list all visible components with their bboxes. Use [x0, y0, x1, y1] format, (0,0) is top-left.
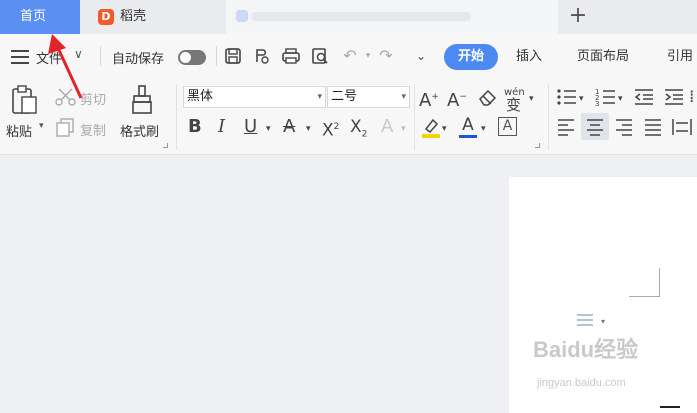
- new-tab-button[interactable]: +: [566, 3, 590, 29]
- divider: [176, 84, 177, 150]
- increase-font-size-icon[interactable]: A+: [419, 87, 439, 111]
- font-family-select[interactable]: 黑体 ▾: [183, 86, 326, 108]
- paragraph-options-icon[interactable]: [577, 314, 593, 330]
- more-paragraph-icon[interactable]: ⁞: [689, 87, 694, 107]
- chevron-down-icon[interactable]: ▾: [529, 89, 534, 109]
- character-border-icon[interactable]: A: [498, 117, 517, 136]
- tab-start[interactable]: 开始: [444, 44, 498, 70]
- page-margin-corner: [629, 268, 660, 297]
- bold-icon[interactable]: B: [188, 117, 202, 137]
- font-size-select[interactable]: 二号 ▾: [327, 86, 410, 108]
- docer-icon: D: [98, 9, 114, 25]
- underline-icon[interactable]: U: [244, 117, 257, 137]
- tab-insert[interactable]: 插入: [516, 44, 542, 70]
- decrease-indent-icon[interactable]: [633, 87, 655, 107]
- print-preview-icon[interactable]: [310, 46, 330, 66]
- chevron-down-icon[interactable]: ▾: [601, 317, 605, 326]
- print-icon[interactable]: [281, 46, 301, 66]
- font-color-icon[interactable]: A: [459, 116, 477, 138]
- align-left-icon[interactable]: [556, 117, 576, 137]
- subscript-icon[interactable]: X2: [350, 117, 367, 144]
- chevron-down-icon[interactable]: ▾: [618, 89, 623, 109]
- chevron-down-icon[interactable]: ▾: [579, 89, 584, 109]
- chevron-down-icon[interactable]: ▾: [401, 119, 406, 139]
- strikethrough-icon[interactable]: A: [283, 117, 295, 137]
- distributed-align-icon[interactable]: [671, 117, 693, 137]
- redo-icon[interactable]: ↷: [376, 46, 396, 66]
- autosave-label: 自动保存: [112, 52, 165, 67]
- export-pdf-icon[interactable]: [252, 46, 272, 66]
- text-effect-icon[interactable]: A: [381, 117, 393, 137]
- font-settings-launcher[interactable]: [535, 143, 540, 148]
- tab-home[interactable]: 首页: [0, 0, 80, 34]
- align-center-icon: [587, 119, 603, 136]
- chevron-down-icon[interactable]: ▾: [266, 119, 271, 139]
- bullet-list-icon[interactable]: [556, 87, 578, 107]
- chevron-down-icon[interactable]: ▾: [481, 119, 486, 139]
- undo-icon[interactable]: ↶: [340, 46, 360, 66]
- paste-icon[interactable]: [10, 84, 40, 116]
- chevron-down-icon[interactable]: ▾: [358, 46, 378, 66]
- increase-indent-icon[interactable]: [663, 87, 685, 107]
- tab-references[interactable]: 引用: [667, 44, 693, 70]
- paste-button[interactable]: 粘贴: [6, 121, 32, 140]
- cut-button[interactable]: 剪切: [80, 89, 106, 108]
- format-painter-icon[interactable]: [130, 84, 154, 116]
- watermark-url: jingyan.baidu.com: [537, 377, 626, 389]
- align-right-icon[interactable]: [614, 117, 634, 137]
- autosave-toggle[interactable]: [178, 50, 206, 65]
- chevron-down-icon[interactable]: ▾: [442, 119, 447, 139]
- font-family-value: 黑体: [187, 89, 214, 104]
- numbered-list-icon[interactable]: 1 2 3: [595, 87, 617, 107]
- divider: [414, 84, 415, 150]
- save-icon[interactable]: [223, 46, 243, 66]
- svg-text:3: 3: [595, 100, 599, 107]
- tab-page-layout[interactable]: 页面布局: [577, 44, 629, 70]
- format-painter-button[interactable]: 格式刷: [120, 121, 159, 140]
- clipboard-settings-launcher[interactable]: [163, 143, 168, 148]
- phonetic-guide-icon[interactable]: 变: [506, 95, 521, 115]
- watermark-brand: Baidu经验: [533, 337, 639, 362]
- hamburger-menu-icon[interactable]: [11, 50, 29, 64]
- copy-icon[interactable]: [55, 117, 77, 137]
- document-icon: [236, 10, 248, 22]
- clear-format-icon[interactable]: [477, 87, 499, 107]
- font-size-value: 二号: [331, 89, 358, 104]
- customize-toolbar-icon[interactable]: ⌄: [411, 46, 431, 66]
- chevron-down-icon[interactable]: ▾: [401, 87, 406, 107]
- copy-button[interactable]: 复制: [80, 120, 106, 139]
- chevron-down-icon[interactable]: ▾: [306, 119, 311, 139]
- tab-document[interactable]: [226, 0, 558, 34]
- italic-icon[interactable]: I: [218, 117, 225, 137]
- cut-icon[interactable]: [55, 86, 77, 106]
- chevron-down-icon[interactable]: ∨: [74, 47, 83, 61]
- chevron-down-icon[interactable]: ▾: [39, 121, 44, 131]
- align-center-button[interactable]: [581, 113, 609, 140]
- superscript-icon[interactable]: X2: [322, 117, 339, 141]
- decrease-font-size-icon[interactable]: A−: [447, 87, 467, 111]
- divider: [100, 46, 101, 66]
- divider: [548, 84, 549, 150]
- justify-icon[interactable]: [643, 117, 663, 137]
- chevron-down-icon[interactable]: ▾: [317, 87, 322, 107]
- file-menu[interactable]: 文件: [36, 48, 62, 67]
- tab-document-title-blurred: [251, 12, 471, 21]
- divider: [216, 46, 217, 66]
- text-cursor: [660, 406, 680, 408]
- highlight-icon[interactable]: [421, 117, 441, 139]
